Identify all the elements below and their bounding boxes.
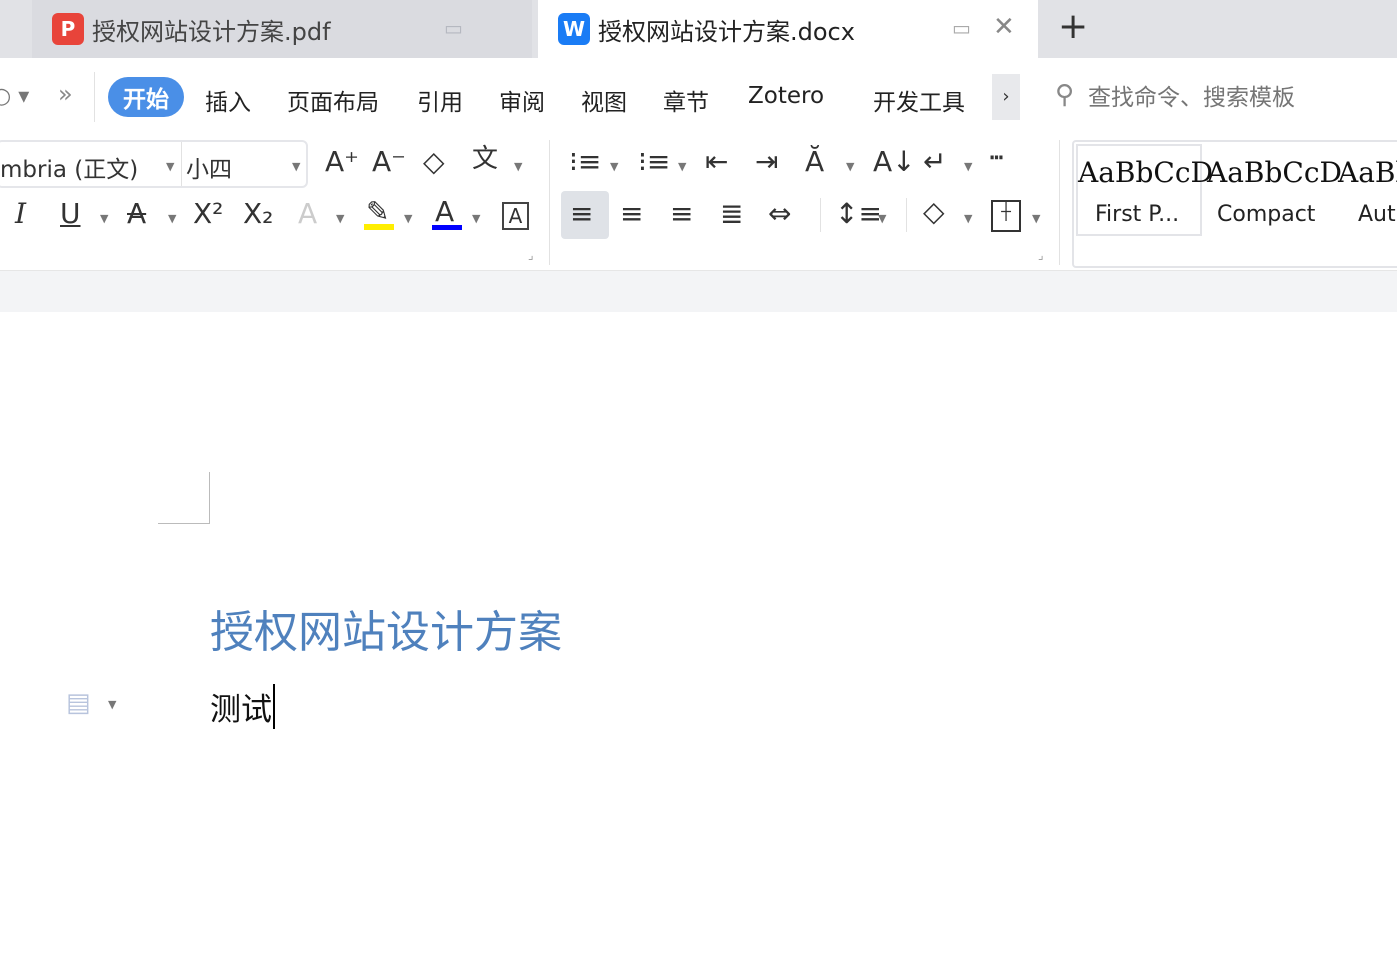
highlight-icon[interactable]: ✎ [366,198,389,226]
tab-references[interactable]: 引用 [417,83,463,117]
new-tab-button[interactable]: + [1058,6,1088,47]
tab-docx[interactable]: W 授权网站设计方案.docx ▭ ✕ [538,0,1038,58]
monitor-icon[interactable]: ▭ [952,16,971,40]
phonetic-guide-icon[interactable]: 文 [472,146,498,172]
align-left-icon[interactable]: ≡ [570,200,593,228]
tab-review[interactable]: 审阅 [499,83,545,117]
tab-label: 授权网站设计方案.docx [598,17,855,46]
style-compact[interactable]: AaBbCcD [1207,156,1342,189]
sort-icon[interactable]: A↓ [873,148,916,176]
text-effect-icon[interactable]: A [298,200,317,228]
style-preview: AaBbCcD [1078,156,1213,189]
tab-bar: P 授权网站设计方案.pdf ▭ W 授权网站设计方案.docx ▭ ✕ + [0,0,1397,58]
document-title[interactable]: 授权网站设计方案 [210,596,562,660]
overflow-button[interactable]: » [58,80,73,108]
borders-icon[interactable]: ┼ [991,200,1021,232]
tab-section[interactable]: 章节 [663,83,709,117]
tab-view[interactable]: 视图 [581,83,627,117]
wps-writer-icon: W [558,13,590,45]
tab-page-layout[interactable]: 页面布局 [287,83,379,117]
search-icon: ⚲ [1055,80,1075,110]
style-name: First P... [1095,202,1180,227]
dialog-launcher-icon[interactable]: ⌟ [1038,248,1044,262]
subscript-icon[interactable]: X₂ [243,200,273,228]
chinese-layout-icon[interactable]: Ӑ [805,148,824,176]
underline-icon[interactable]: U [60,200,81,228]
font-size-select[interactable]: 小四 [186,150,232,184]
paragraph-mark-icon[interactable]: ↵ [923,148,946,176]
ruler-strip [0,270,1397,312]
monitor-icon[interactable]: ▭ [444,16,463,40]
redo-icon[interactable]: ○ ▾ [0,84,29,109]
tab-zotero[interactable]: Zotero [748,83,824,109]
paragraph-layout-icon[interactable]: ▤ [66,688,91,718]
tab-insert[interactable]: 插入 [205,83,251,117]
numbered-list-icon[interactable]: ⁝≡ [638,148,670,176]
search-input[interactable] [1088,80,1388,116]
justify-icon[interactable]: ≣ [720,200,743,228]
distributed-icon[interactable]: ⇔ [768,200,791,228]
document-body-text[interactable]: 测试 [210,684,275,729]
page-margin-corner [158,472,210,524]
pdf-icon: P [52,13,84,45]
tab-developer[interactable]: 开发工具 [873,83,965,117]
close-icon[interactable]: ✕ [993,12,1015,42]
character-border-icon[interactable]: A [502,202,529,230]
decrease-font-icon[interactable]: A⁻ [372,148,406,176]
decrease-indent-icon[interactable]: ⇤ [705,148,728,176]
eraser-icon[interactable]: ◇ [423,148,445,176]
dialog-launcher-icon[interactable]: ⌟ [528,248,534,262]
chevron-down-icon[interactable]: ▼ [166,160,174,173]
bullet-list-icon[interactable]: ⁝≡ [569,148,601,176]
style-name: Aut [1358,202,1396,227]
style-auto[interactable]: AaBl [1338,156,1397,189]
style-name: Compact [1217,202,1316,227]
font-name-select[interactable]: mbria (正文) [0,150,138,184]
italic-icon[interactable]: I [15,200,26,228]
align-right-icon[interactable]: ≡ [670,200,693,228]
tab-label: 授权网站设计方案.pdf [92,17,331,46]
chevron-down-icon[interactable]: ▼ [292,160,300,173]
strikethrough-icon[interactable]: A [127,200,146,228]
tab-pdf[interactable]: P 授权网站设计方案.pdf ▭ [32,0,532,58]
more-tabs-button[interactable]: › [992,74,1020,120]
increase-font-icon[interactable]: A⁺ [325,148,359,176]
font-color-icon[interactable]: A [435,198,454,226]
superscript-icon[interactable]: X² [193,200,223,228]
ruler-icon[interactable]: ┅ [990,148,1003,170]
increase-indent-icon[interactable]: ⇥ [755,148,778,176]
shading-icon[interactable]: ◇ [923,198,945,226]
line-spacing-icon[interactable]: ↕≡ [835,200,882,228]
align-center-icon[interactable]: ≡ [620,200,643,228]
tab-home[interactable]: 开始 [108,77,184,117]
